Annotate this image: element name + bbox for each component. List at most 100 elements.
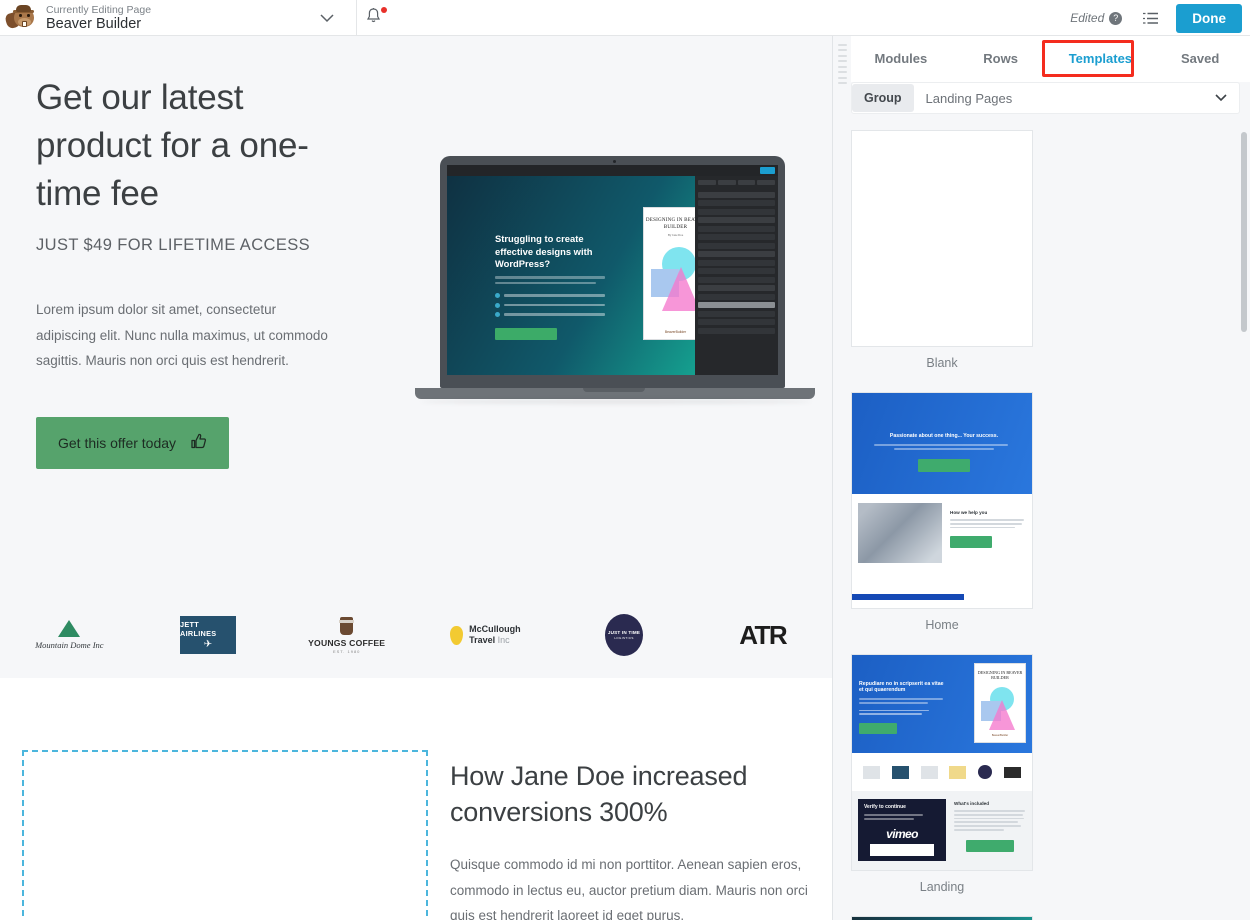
question-mark-icon[interactable]: ? (1109, 11, 1123, 25)
hero-cta-button[interactable]: Get this offer today (36, 416, 230, 469)
logo-label-2: Travel (469, 635, 496, 645)
logo-youngs-coffee[interactable]: YOUNGS COFFEE EST. 1980 (277, 608, 416, 662)
laptop-notch (583, 388, 645, 392)
oval-badge-icon: JUST IN TIME LOGISTICS (605, 614, 644, 656)
laptop-screen-bezel: Struggling to create effective designs w… (440, 156, 785, 388)
laptop-shadow (421, 399, 811, 404)
atr-wordmark-icon: ATR (739, 619, 788, 650)
thumb-included-heading: What's included (954, 801, 990, 806)
template-card-home-teal[interactable]: Lorem mauris blandit elit aliquet eget t… (851, 916, 1033, 920)
panel-tab-bar: Modules Rows Templates Saved (851, 36, 1250, 82)
chevron-down-icon[interactable] (316, 9, 338, 27)
case-study-body: Quisque commodo id mi non porttitor. Aen… (450, 857, 808, 920)
toolbar-divider (356, 0, 357, 36)
logo-mccullough-travel[interactable]: McCullough Travel Inc (416, 608, 555, 662)
template-list-scroll-area[interactable]: Blank Passionate about one thing... Your… (843, 124, 1250, 920)
template-card-landing-blue[interactable]: Repudiare no in scripserit ea vitae et q… (851, 654, 1033, 894)
done-button[interactable]: Done (1176, 3, 1242, 33)
thumb-body: How we help you (852, 494, 1032, 604)
editor-top-bar: Currently Editing Page Beaver Builder Ed… (0, 0, 1250, 36)
logo-just-in-time[interactable]: JUST IN TIME LOGISTICS (555, 608, 694, 662)
logo-mountain-dome[interactable]: Mountain Dome Inc (0, 608, 139, 662)
template-grid: Blank Passionate about one thing... Your… (843, 124, 1250, 920)
mini-editor-toolbar (447, 165, 778, 176)
template-thumbnail[interactable] (851, 130, 1033, 347)
logo-label: JETT AIRLINES (180, 620, 217, 638)
template-thumbnail[interactable]: Repudiare no in scripserit ea vitae et q… (851, 654, 1033, 871)
mountain-peak-icon (58, 620, 81, 637)
page-title: Beaver Builder (46, 15, 142, 32)
template-thumbnail[interactable]: Passionate about one thing... Your succe… (851, 392, 1033, 609)
outline-list-icon[interactable] (1138, 7, 1162, 29)
group-filter-bar[interactable]: Group Landing Pages (851, 82, 1240, 114)
logo-label: McCullough (469, 624, 521, 634)
top-bar-actions: Edited ? Done (1070, 0, 1250, 36)
thumb-hero-heading: Repudiare no in scripserit ea vitae et q… (859, 681, 944, 693)
template-name: Home (925, 618, 959, 632)
tab-modules[interactable]: Modules (851, 36, 951, 82)
logo-atr[interactable]: ATR (693, 608, 832, 662)
thumb-book-title: DESIGNING IN BEAVER BUILDER (977, 670, 1023, 681)
thumb-logo-strip (852, 753, 1032, 791)
hero-text-block[interactable]: Get our latest product for a one-time fe… (36, 74, 336, 469)
tab-saved[interactable]: Saved (1150, 36, 1250, 82)
map-pin-icon (450, 625, 464, 645)
template-thumbnail[interactable]: Lorem mauris blandit elit aliquet eget t… (851, 916, 1033, 920)
hero-section[interactable]: Get our latest product for a one-time fe… (0, 36, 832, 678)
tab-rows[interactable]: Rows (951, 36, 1051, 82)
hero-cta-label: Get this offer today (58, 434, 177, 451)
mini-settings-panel (695, 176, 778, 375)
case-study-section[interactable]: How Jane Doe increased conversions 300% … (0, 678, 832, 920)
beaver-logo-icon (4, 4, 36, 31)
laptop-camera-icon (612, 160, 616, 163)
thumb-video-heading: Verify to continue (864, 804, 906, 810)
thumb-hero-heading: Passionate about one thing... Your succe… (889, 433, 999, 439)
page-canvas[interactable]: Get our latest product for a one-time fe… (0, 36, 832, 920)
group-selected-value[interactable]: Landing Pages (914, 91, 1216, 106)
thumb-section-heading: How we help you (950, 510, 988, 515)
coffee-cup-icon (339, 616, 355, 635)
laptop-mockup-image[interactable]: Struggling to create effective designs w… (415, 156, 815, 436)
panel-scrollbar-thumb[interactable] (1241, 132, 1247, 332)
case-study-heading: How Jane Doe increased conversions 300% (450, 761, 748, 827)
plane-icon: ✈ (203, 639, 213, 650)
logo-sublabel: EST. 1980 (332, 648, 361, 654)
logo-label: YOUNGS COFFEE (308, 637, 386, 648)
bell-icon[interactable] (365, 7, 389, 29)
template-name: Blank (926, 356, 958, 370)
hero-subheading: JUST $49 FOR LIFETIME ACCESS (36, 236, 311, 254)
chevron-down-icon[interactable] (1215, 89, 1239, 107)
mini-body-lines (495, 276, 605, 287)
thumb-book-cover: DESIGNING IN BEAVER BUILDER BeaverBuilde… (974, 663, 1026, 743)
mini-bullet-list (495, 293, 605, 322)
logo-sublabel: LOGISTICS (614, 636, 634, 641)
edited-label: Edited (1070, 11, 1105, 25)
template-card-blank[interactable]: Blank (851, 130, 1033, 370)
beaver-logo[interactable] (0, 0, 42, 36)
mini-hero-heading: Struggling to create effective designs w… (495, 233, 593, 269)
template-name: Landing (919, 880, 965, 894)
notification-dot (381, 7, 387, 13)
logo-jett-airlines[interactable]: JETT AIRLINES ✈ (139, 608, 278, 662)
tab-templates[interactable]: Templates (1051, 36, 1151, 82)
hero-heading: Get our latest product for a one-time fe… (36, 78, 309, 213)
builder-panel[interactable]: Modules Rows Templates Saved Group Landi… (832, 36, 1250, 920)
client-logo-strip: Mountain Dome Inc JETT AIRLINES ✈ YOUNGS… (0, 592, 832, 678)
empty-module-placeholder[interactable] (22, 750, 428, 920)
vimeo-logo-icon: vimeo (886, 826, 918, 841)
logo-suffix: Inc (497, 635, 510, 645)
thumb-hero: Repudiare no in scripserit ea vitae et q… (852, 655, 1032, 753)
case-study-text-block[interactable]: How Jane Doe increased conversions 300% … (450, 758, 810, 920)
thumb-hero: Passionate about one thing... Your succe… (852, 393, 1032, 494)
thumb-video-section: Verify to continue vimeo What's included (852, 791, 1032, 870)
logo-label: Mountain Dome Inc (35, 640, 104, 650)
editing-label: Currently Editing Page (46, 3, 152, 16)
hero-body-text: Lorem ipsum dolor sit amet, consectetur … (36, 302, 328, 368)
thumbs-up-icon (190, 433, 207, 453)
drag-handle-icon[interactable] (838, 44, 847, 84)
template-card-home-blue[interactable]: Passionate about one thing... Your succe… (851, 392, 1033, 632)
logo-label: JUST IN TIME (607, 629, 641, 635)
group-label: Group (852, 84, 914, 112)
edited-status: Edited ? (1070, 11, 1123, 25)
page-title-block: Currently Editing Page Beaver Builder (42, 4, 151, 32)
